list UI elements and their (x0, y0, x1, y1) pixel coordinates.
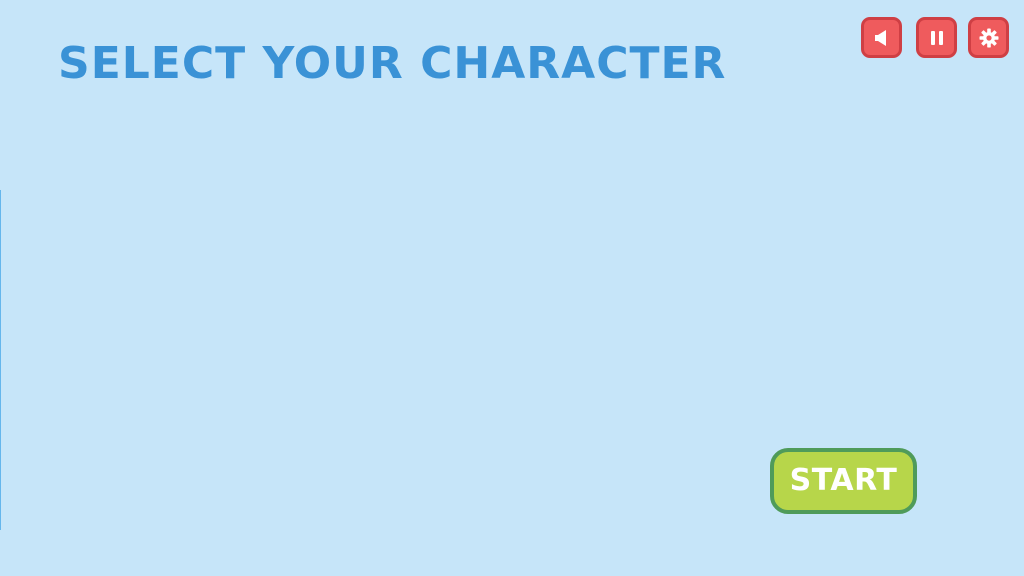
pause-button[interactable] (916, 17, 957, 58)
pause-icon (927, 28, 947, 48)
sound-button[interactable] (861, 17, 902, 58)
speaker-icon (872, 28, 892, 48)
settings-button[interactable] (968, 17, 1009, 58)
start-button[interactable]: START (770, 448, 917, 514)
panel-edge (0, 190, 1, 530)
page-title: SELECT YOUR CHARACTER (58, 38, 727, 89)
start-label: START (789, 463, 898, 498)
gear-icon (978, 27, 1000, 49)
